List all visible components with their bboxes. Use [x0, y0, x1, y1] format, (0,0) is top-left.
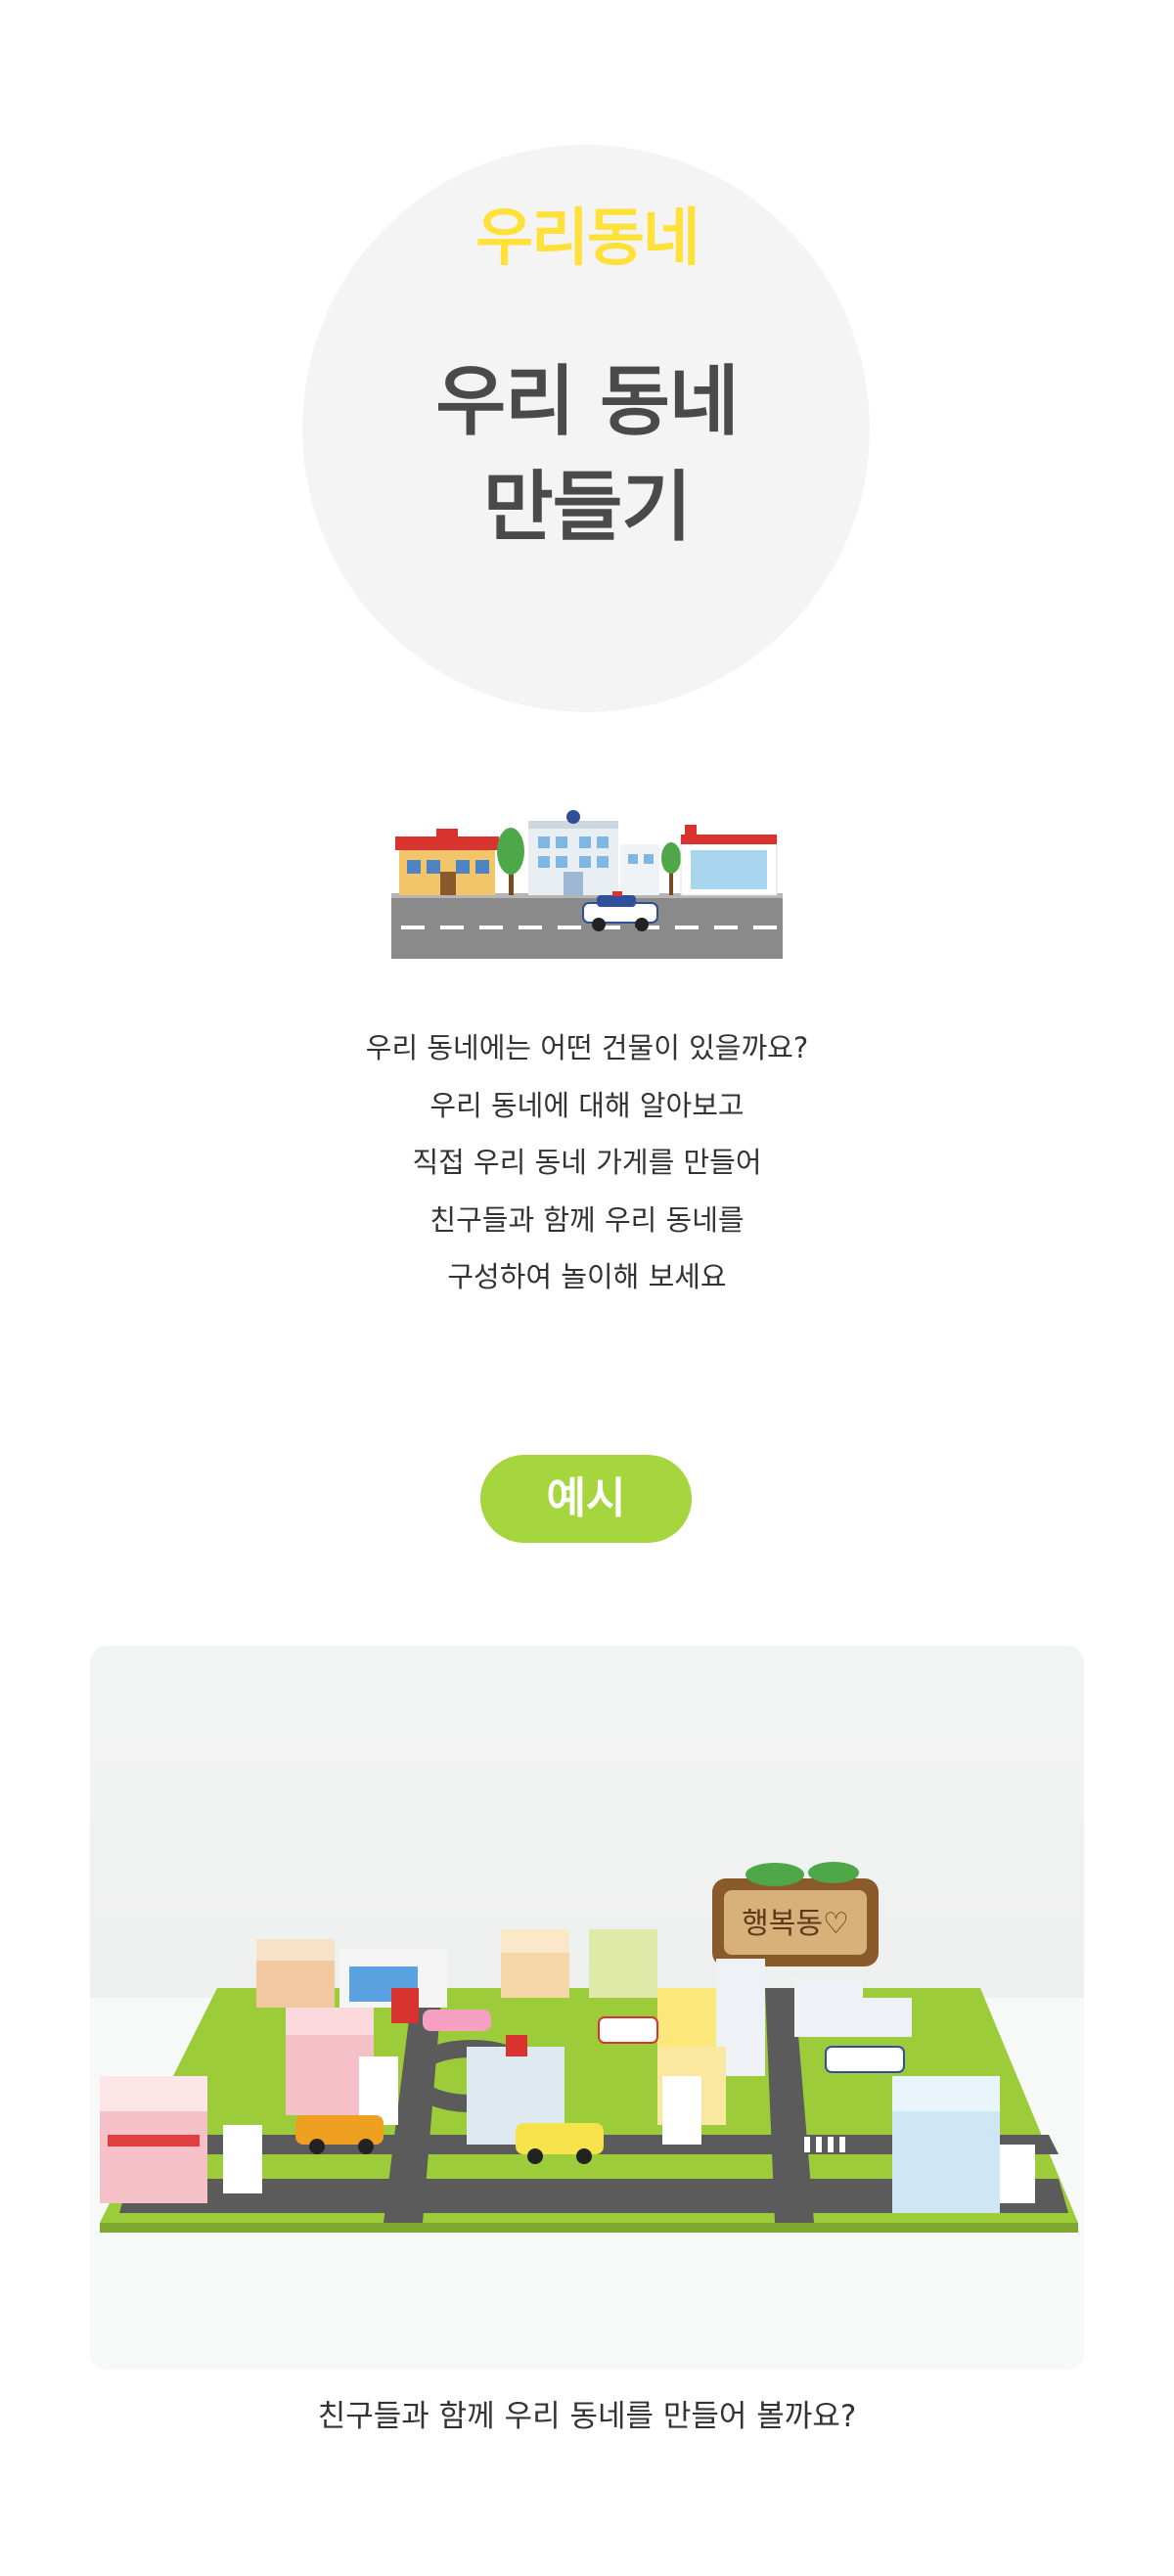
example-photo: 행복동♡	[90, 1646, 1084, 2370]
example-badge: 예시	[480, 1455, 692, 1543]
intro-line: 우리 동네에 대해 알아보고	[429, 1088, 745, 1122]
intro-line: 구성하여 놀이해 보세요	[447, 1260, 727, 1293]
town-illustration	[391, 807, 783, 964]
page-title-line-1: 우리 동네	[435, 358, 739, 446]
intro-text: 우리 동네에는 어떤 건물이 있을까요? 우리 동네에 대해 알아보고 직접 우…	[0, 1019, 1174, 1306]
intro-line: 직접 우리 동네 가게를 만들어	[412, 1146, 762, 1179]
page-title-line-2: 만들기	[482, 463, 692, 552]
photo-caption: 친구들과 함께 우리 동네를 만들어 볼까요?	[317, 2399, 857, 2434]
page-title: 우리 동네 만들기	[0, 350, 1174, 561]
hero-kicker: 우리동네	[475, 203, 700, 275]
intro-line: 친구들과 함께 우리 동네를	[429, 1202, 745, 1237]
intro-line: 우리 동네에는 어떤 건물이 있을까요?	[365, 1031, 809, 1064]
neighborhood-sign: 행복동♡	[742, 1907, 849, 1941]
